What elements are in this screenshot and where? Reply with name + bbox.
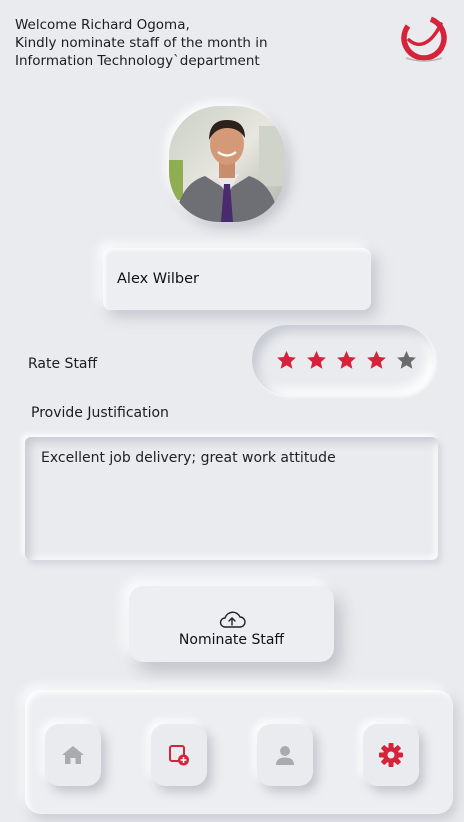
nominate-staff-label: Nominate Staff [178, 631, 285, 648]
add-document-icon [169, 745, 189, 766]
star-1-icon[interactable] [276, 350, 297, 370]
cloud-upload-icon [219, 611, 246, 628]
welcome-line-greeting: Welcome Richard Ogoma, [15, 17, 190, 33]
nav-profile-button[interactable] [257, 724, 313, 786]
star-rating[interactable] [252, 325, 434, 395]
nominate-staff-button[interactable]: Nominate Staff [129, 586, 334, 662]
company-logo [400, 12, 448, 62]
justification-label: Provide Justification [31, 405, 169, 421]
rate-staff-label: Rate Staff [28, 356, 98, 372]
nav-settings-button[interactable] [363, 724, 419, 786]
user-icon [276, 746, 294, 765]
staff-avatar [169, 106, 285, 222]
welcome-line-department: Information Technology`department [15, 53, 260, 69]
nav-add-nomination-button[interactable] [151, 724, 207, 786]
staff-name-field[interactable]: Alex Wilber [103, 248, 371, 310]
justification-text: Excellent job delivery; great work attit… [41, 450, 336, 466]
star-4-icon[interactable] [366, 350, 387, 370]
justification-textarea[interactable]: Excellent job delivery; great work attit… [25, 437, 438, 560]
staff-name-value: Alex Wilber [117, 271, 199, 287]
nav-home-button[interactable] [45, 724, 101, 786]
home-icon [62, 746, 84, 764]
star-5-icon[interactable] [396, 350, 417, 370]
welcome-message: Welcome Richard Ogoma, Kindly nominate s… [15, 16, 355, 70]
welcome-line-instruction: Kindly nominate staff of the month in [15, 35, 268, 51]
bottom-navigation [25, 690, 453, 814]
star-2-icon[interactable] [306, 350, 327, 370]
gear-icon [379, 743, 403, 767]
star-3-icon[interactable] [336, 350, 357, 370]
